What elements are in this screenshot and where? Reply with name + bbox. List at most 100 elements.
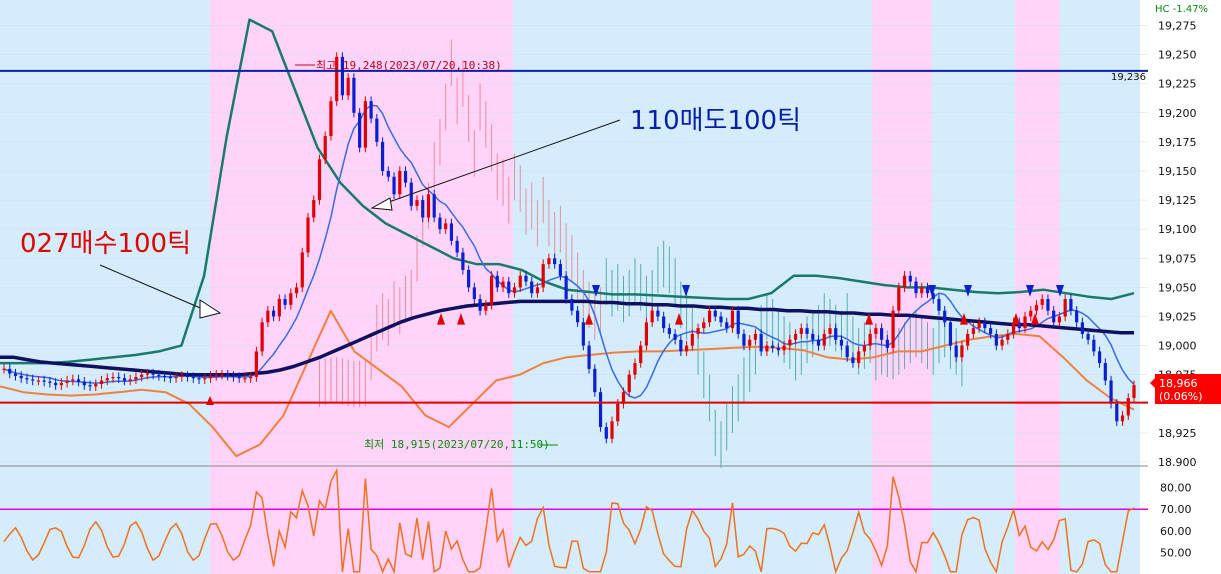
candle-body [134,377,138,380]
low-annotation: 최저 18,915(2023/07/20,11:50) [364,438,550,451]
candle-body [237,377,241,379]
candle-body [8,368,12,374]
price-tick-label: 19,175 [1158,136,1197,149]
candle-body [547,258,551,265]
candle-body [748,339,752,346]
candle-body [1109,380,1113,404]
top-right-label: HC -1.47% [1155,4,1208,15]
candle-body [684,345,689,352]
candle-body [742,333,746,346]
price-tick-label: 19,025 [1158,310,1197,323]
candle-body [816,339,821,346]
candle-body [306,217,310,253]
candle-body [375,118,379,142]
candle-body [157,374,161,376]
candle-body [88,385,92,387]
candle-body [518,275,522,288]
candle-body [937,299,941,311]
candle-body [696,328,700,334]
candle-body [679,339,683,352]
candle-body [960,345,964,358]
candle-body [851,357,855,364]
candle-body [54,382,58,386]
session-band [0,0,210,574]
candle-body [610,421,614,439]
candle-body [501,281,505,288]
candle-body [765,345,769,352]
candle-body [702,322,706,329]
candle-body [925,287,930,294]
candle-body [1034,304,1039,311]
candle-body [151,373,155,375]
candle-body [845,345,849,358]
candle-body [541,264,545,288]
oscillator-tick-label: 60.00 [1160,525,1192,538]
candle-body [277,299,281,317]
candle-body [1057,316,1062,323]
candle-body [271,310,276,317]
candle-body [145,373,150,375]
candle-body [369,101,373,119]
candle-body [753,333,758,340]
price-tick-label: 19,250 [1158,49,1197,62]
session-band [932,0,1015,574]
candle-body [535,287,540,294]
candle-body [226,374,230,376]
candle-body [759,333,763,352]
candle-body [300,252,304,288]
candle-body [822,333,826,346]
candle-body [725,322,729,329]
candle-body [1046,299,1050,311]
candle-body [105,378,109,381]
candle-body [398,170,402,195]
candle-body [174,377,178,379]
candle-body [36,380,41,382]
candle-body [484,304,488,311]
candle-body [59,382,63,386]
candle-body [507,281,511,294]
candle-body [1126,397,1130,416]
price-tick-label: 19,225 [1158,78,1197,91]
candle-body [885,339,889,348]
candle-body [1069,299,1073,311]
price-tick-label: 19,050 [1158,281,1197,294]
candle-body [283,299,287,305]
candle-body [994,333,998,346]
candle-body [432,194,436,218]
candle-body [203,378,207,380]
candle-body [386,170,390,177]
candle-body [208,375,213,379]
candle-body [564,275,568,300]
candle-body [42,380,46,382]
candle-body [570,299,574,311]
candle-body [1132,385,1136,398]
candle-body [707,310,712,323]
candle-body [71,379,75,381]
candle-body [472,287,476,300]
candle-body [891,310,895,348]
candle-body [954,345,958,358]
candle-body [920,287,924,294]
candle-body [857,351,861,364]
candle-body [598,392,603,428]
candle-body [415,200,419,206]
candle-body [168,377,172,379]
candle-body [358,112,362,148]
candle-body [191,377,195,379]
candle-body [94,384,98,387]
candle-body [587,345,591,369]
candle-body [82,381,86,386]
candle-body [455,240,459,253]
candle-body [111,377,115,379]
candle-body [1097,351,1102,364]
candle-body [31,379,35,381]
candle-body [771,345,775,348]
stock-chart: 19,275 19,250 19,225 19,200 19,175 19,150 19,1… [0,0,1221,574]
candle-body [65,380,69,383]
candle-body [644,322,649,346]
hline-blue-label: 19,236 [1111,72,1146,83]
candle-body [943,310,947,323]
candle-body [421,200,425,218]
session-band [1060,0,1140,574]
price-tick-label: 19,200 [1158,107,1197,120]
